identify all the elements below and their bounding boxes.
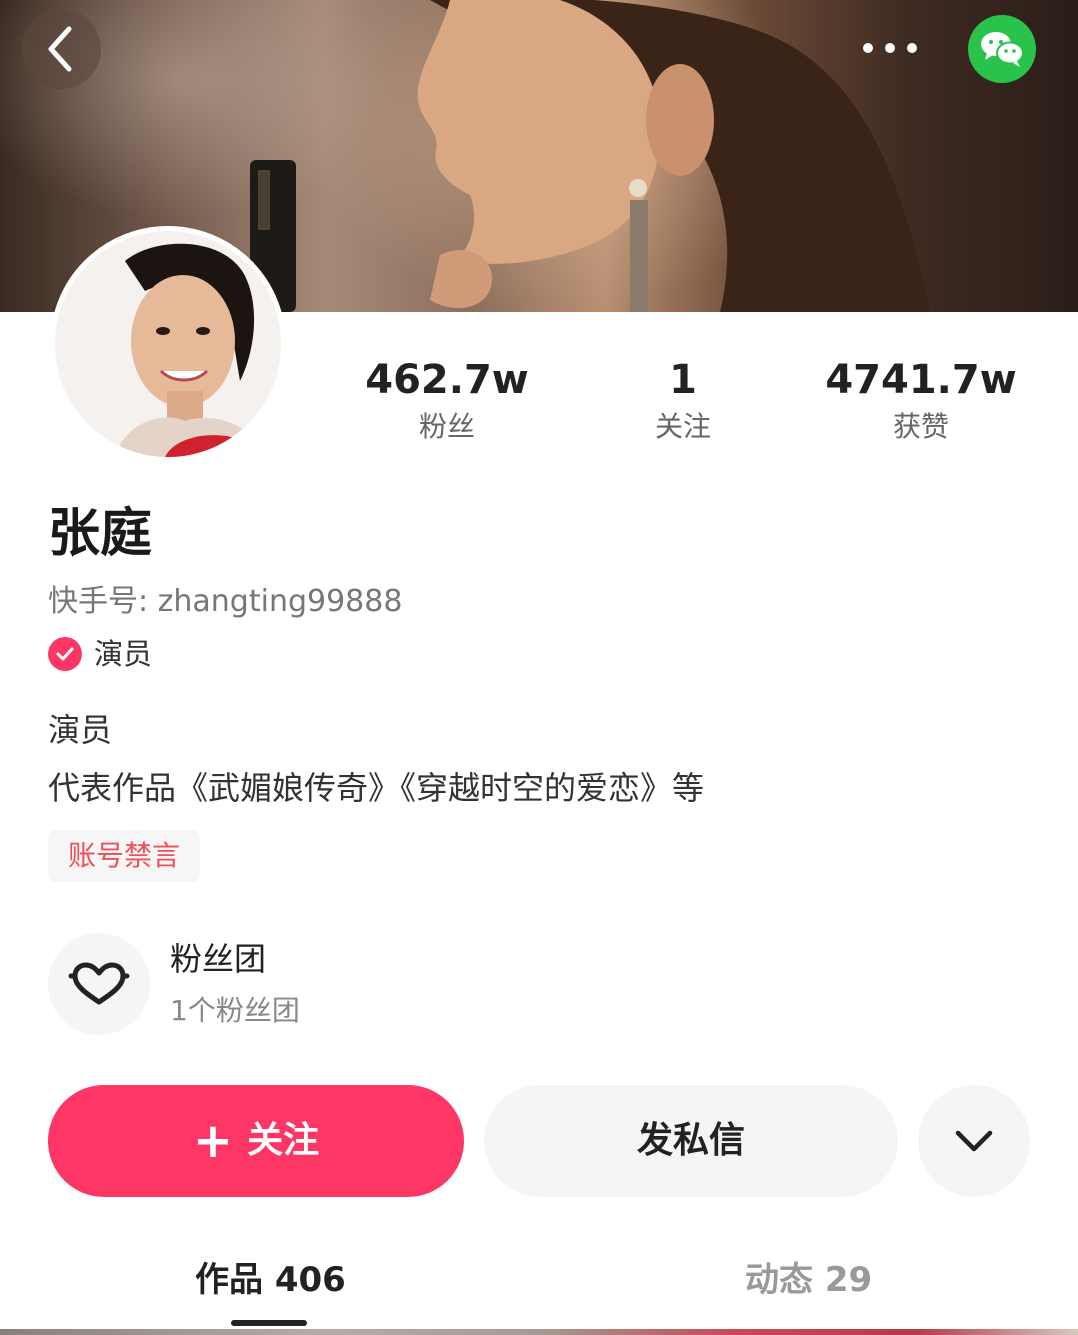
stat-label: 粉丝 [418,410,475,443]
message-label: 发私信 [636,1120,745,1161]
tab-indicator [231,1320,307,1326]
wechat-share-button[interactable] [968,15,1036,83]
more-dots-icon [863,43,917,53]
plus-icon: + [192,1113,234,1169]
stat-following[interactable]: 1 关注 [583,356,783,444]
tab-moments[interactable]: 动态 29 [745,1258,872,1302]
fan-club-count: 1个粉丝团 [170,994,300,1027]
chevron-left-icon [48,26,72,72]
bio-line: 代表作品《武媚娘传奇》《穿越时空的爱恋》等 [48,769,705,807]
stat-value: 1 [669,357,697,403]
verified-label: 演员 [94,637,153,671]
works-grid-preview [0,1329,1078,1335]
more-button[interactable] [852,20,928,76]
verified-check-icon [48,637,82,671]
follow-button[interactable]: + 关注 [48,1085,464,1197]
expand-button[interactable] [918,1085,1030,1197]
stat-label: 关注 [654,410,711,443]
back-button[interactable] [21,9,101,89]
fan-club-title[interactable]: 粉丝团 [170,938,266,980]
wechat-icon [981,32,1024,67]
heart-icon [68,962,130,1005]
tab-works[interactable]: 作品 406 [195,1258,346,1302]
stat-value: 4741.7w [825,357,1017,403]
stat-value: 462.7w [365,357,529,403]
kwai-id: 快手号: zhangting99888 [48,584,403,619]
avatar-photo [55,231,281,457]
fan-club-button[interactable] [48,933,150,1035]
chevron-down-icon [955,1130,993,1152]
ban-status-tag: 账号禁言 [48,830,201,882]
profile-name: 张庭 [48,504,153,564]
stat-fans[interactable]: 462.7w 粉丝 [347,356,547,444]
follow-label: 关注 [247,1120,320,1161]
message-button[interactable]: 发私信 [484,1085,898,1197]
stat-likes[interactable]: 4741.7w 获赞 [821,356,1021,444]
avatar[interactable] [50,226,286,462]
stat-label: 获赞 [892,410,949,443]
bio-line: 演员 [48,711,113,749]
verified-badge: 演员 [48,636,152,672]
